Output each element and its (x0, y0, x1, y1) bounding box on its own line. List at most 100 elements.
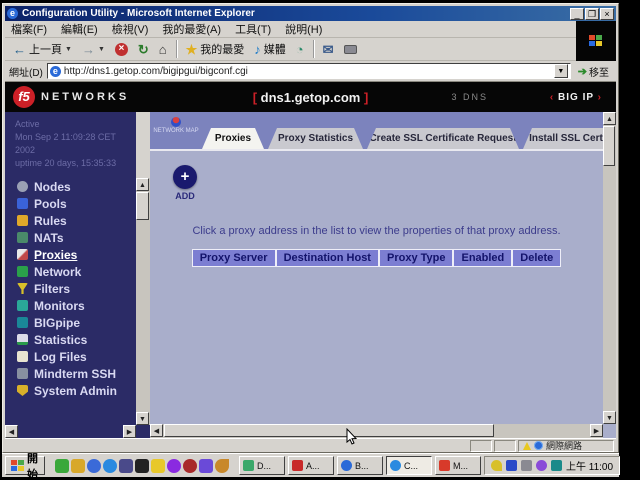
scroll-up-icon[interactable]: ▲ (603, 112, 616, 125)
nav-list: Nodes Pools Rules NATs Proxies Network F… (5, 178, 136, 399)
print-button[interactable] (340, 39, 361, 59)
quicklaunch-icon[interactable] (151, 459, 165, 473)
tab-create-ssl-certificate-request[interactable]: Create SSL Certificate Request (367, 128, 519, 149)
sidebar-item-nats[interactable]: NATs (5, 229, 136, 246)
sidebar-item-nodes[interactable]: Nodes (5, 178, 136, 195)
quicklaunch-ie-icon[interactable] (103, 459, 117, 473)
sidebar-horizontal-scrollbar[interactable]: ◀ ▶ (5, 425, 150, 438)
start-button[interactable]: 開始 (5, 456, 45, 475)
tray-icon[interactable] (506, 460, 517, 471)
back-dropdown-icon[interactable]: ▼ (65, 46, 72, 53)
add-proxy-button[interactable]: + ADD (170, 165, 200, 201)
security-zone-pane: 網際網路 (518, 440, 614, 452)
tray-icon[interactable] (551, 460, 562, 471)
quicklaunch-icon[interactable] (135, 459, 149, 473)
sidebar-vertical-scrollbar[interactable]: ▲ ▼ (136, 178, 150, 425)
sidebar-item-pools[interactable]: Pools (5, 195, 136, 212)
main-area: Active Mon Sep 2 11:09:28 CET 2002 uptim… (5, 112, 616, 438)
quicklaunch-icon[interactable] (55, 459, 69, 473)
sidebar-item-system-admin[interactable]: System Admin (5, 382, 136, 399)
menu-file[interactable]: 檔案(F) (11, 21, 47, 37)
sidebar-item-filters[interactable]: Filters (5, 280, 136, 297)
address-dropdown-icon[interactable]: ▼ (554, 64, 568, 78)
filters-icon (17, 283, 28, 294)
maximize-button[interactable]: ❐ (585, 8, 599, 20)
home-button[interactable]: ⌂ (155, 39, 171, 59)
hostname-text: dns1.getop.com (261, 90, 361, 105)
start-label: 開始 (27, 450, 39, 480)
sidebar-item-network[interactable]: Network (5, 263, 136, 280)
scrollbar-thumb[interactable] (164, 424, 494, 437)
tab-proxies[interactable]: Proxies (202, 128, 264, 149)
refresh-button[interactable]: ↻ (134, 39, 153, 59)
url-text[interactable]: http://dns1.getop.com/bigipgui/bigconf.c… (64, 66, 551, 77)
tab-proxy-statistics[interactable]: Proxy Statistics (268, 128, 363, 149)
tray-icon[interactable] (536, 460, 547, 471)
scroll-up-icon[interactable]: ▲ (136, 178, 149, 191)
minimize-button[interactable]: _ (570, 8, 584, 20)
address-input[interactable]: e http://dns1.getop.com/bigipgui/bigconf… (47, 63, 571, 79)
sidebar-item-monitors[interactable]: Monitors (5, 297, 136, 314)
go-button[interactable]: ➔ 移至 (575, 64, 612, 79)
task-button[interactable]: D... (239, 456, 285, 475)
quicklaunch-icon[interactable] (183, 459, 197, 473)
scroll-left-icon[interactable]: ◀ (5, 425, 18, 438)
menu-edit[interactable]: 編輯(E) (61, 21, 98, 37)
sidebar-item-statistics[interactable]: Statistics (5, 331, 136, 348)
sidebar-item-mindterm-ssh[interactable]: Mindterm SSH (5, 365, 136, 382)
display-icon[interactable] (521, 460, 532, 471)
forward-dropdown-icon[interactable]: ▼ (98, 46, 105, 53)
favorites-label: 我的最愛 (200, 41, 244, 57)
back-button[interactable]: ← 上一頁 ▼ (9, 39, 76, 59)
scroll-left-icon[interactable]: ◀ (150, 424, 163, 437)
scrollbar-thumb[interactable] (603, 126, 615, 166)
screen: e Configuration Utility - Microsoft Inte… (0, 0, 640, 480)
menu-help[interactable]: 說明(H) (285, 21, 322, 37)
favorites-button[interactable]: ★ 我的最愛 (182, 39, 249, 59)
network-map-button[interactable]: NETWORK MAP (153, 115, 199, 146)
media-label: 媒體 (264, 41, 286, 57)
sidebar-item-log-files[interactable]: Log Files (5, 348, 136, 365)
quick-launch (55, 459, 229, 473)
mail-button[interactable]: ✉ (319, 39, 338, 59)
network-map-label: NETWORK MAP (153, 128, 199, 134)
browser-toolbar: ← 上一頁 ▼ → ▼ × ↻ ⌂ ★ 我的最愛 ♪ (5, 38, 576, 61)
taskbar-clock[interactable]: 上午 11:00 (566, 458, 613, 473)
quicklaunch-icon[interactable] (87, 459, 101, 473)
menu-favorites[interactable]: 我的最愛(A) (162, 21, 221, 37)
media-button[interactable]: ♪ 媒體 (250, 39, 290, 59)
quicklaunch-icon[interactable] (119, 459, 133, 473)
sidebar-item-bigpipe[interactable]: BIGpipe (5, 314, 136, 331)
sidebar-item-rules[interactable]: Rules (5, 212, 136, 229)
quicklaunch-icon[interactable] (215, 459, 229, 473)
host-left-bracket: [ (253, 90, 257, 105)
task-button[interactable]: M... (435, 456, 481, 475)
task-button[interactable]: B... (337, 456, 383, 475)
menu-view[interactable]: 檢視(V) (112, 21, 149, 37)
scroll-right-icon[interactable]: ▶ (590, 424, 603, 437)
toolbar-separator (176, 40, 177, 58)
history-button[interactable]: ◔ (292, 39, 308, 59)
scroll-right-icon[interactable]: ▶ (123, 425, 136, 438)
title-bar[interactable]: e Configuration Utility - Microsoft Inte… (5, 6, 616, 21)
quicklaunch-icon[interactable] (71, 459, 85, 473)
add-icon[interactable]: + (173, 165, 197, 189)
sidebar-item-proxies[interactable]: Proxies (5, 246, 136, 263)
nats-icon (17, 232, 28, 243)
quicklaunch-icon[interactable] (167, 459, 181, 473)
scroll-down-icon[interactable]: ▼ (603, 411, 616, 424)
task-button-active[interactable]: C... (386, 456, 432, 475)
stop-button[interactable]: × (111, 39, 132, 59)
content-horizontal-scrollbar[interactable]: ◀ ▶ (150, 424, 603, 438)
status-pane (470, 440, 492, 452)
volume-icon[interactable] (491, 460, 502, 471)
scrollbar-thumb[interactable] (136, 192, 149, 220)
tab-install-ssl-certificate[interactable]: Install SSL Certif (523, 128, 615, 149)
menu-tools[interactable]: 工具(T) (235, 21, 271, 37)
close-button[interactable]: × (600, 8, 614, 20)
task-button[interactable]: A... (288, 456, 334, 475)
scroll-down-icon[interactable]: ▼ (136, 412, 149, 425)
forward-button[interactable]: → ▼ (78, 39, 109, 59)
content-vertical-scrollbar[interactable]: ▲ ▼ (603, 112, 616, 424)
quicklaunch-icon[interactable] (199, 459, 213, 473)
